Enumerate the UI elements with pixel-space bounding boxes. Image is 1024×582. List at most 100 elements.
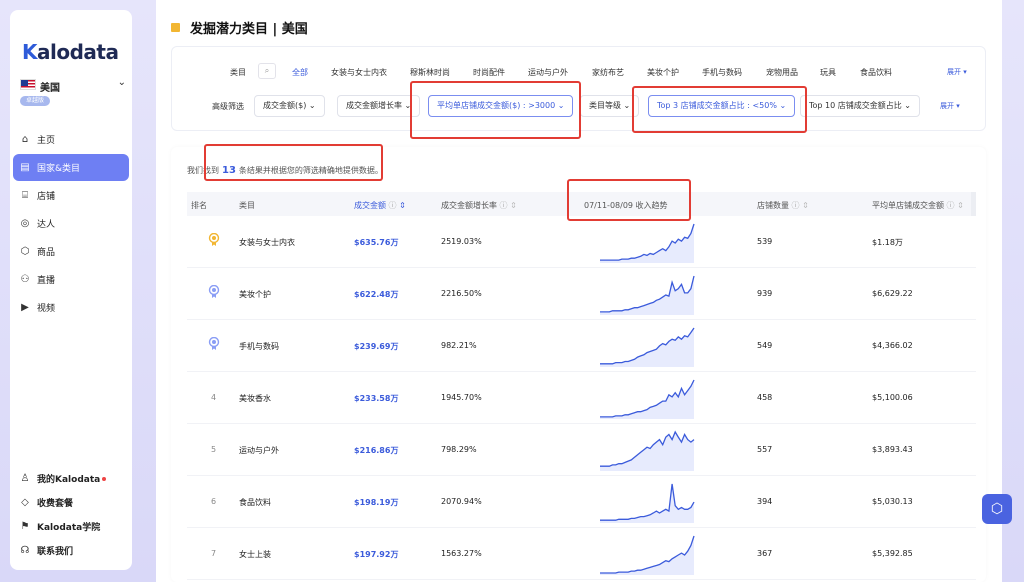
category-sports-outdoor[interactable]: 运动与户外 xyxy=(528,67,568,78)
nav-item-pricing[interactable]: ◇ 收费套餐 xyxy=(13,491,129,514)
info-icon: ⓘ xyxy=(946,201,955,210)
table-row[interactable]: 4 美妆香水 $233.58万 1945.70% 458 $5,100.06 xyxy=(187,372,976,424)
rank-number: 6 xyxy=(211,497,217,506)
top10-share-dropdown[interactable]: Top 10 店铺成交金额占比 ⌄ xyxy=(800,95,921,117)
gmv-value: $216.86万 xyxy=(354,446,399,455)
horizontal-scroll-indicator[interactable] xyxy=(971,192,976,216)
header-rank: 排名 xyxy=(191,201,207,210)
revenue-trend-sparkline xyxy=(600,483,695,523)
nav-item-live[interactable]: ⚇ 直播 xyxy=(13,266,129,293)
chevron-down-icon: ⌄ xyxy=(117,77,126,88)
gmv-growth-value: 982.21% xyxy=(441,341,477,350)
region-name: 美国 xyxy=(40,83,60,94)
rank-number: 7 xyxy=(211,549,217,558)
main-panel: 发掘潜力类目 | 美国 类目 ⌕ 全部 女装与女士内衣 穆斯林时尚 时尚配件 运… xyxy=(156,0,1002,582)
revenue-trend-sparkline xyxy=(600,327,695,367)
info-icon: ⓘ xyxy=(388,201,397,210)
category-pet-supplies[interactable]: 宠物用品 xyxy=(766,67,798,78)
sort-icon: ⇕ xyxy=(957,201,964,210)
category-name[interactable]: 运动与户外 xyxy=(239,445,279,456)
category-name[interactable]: 食品饮料 xyxy=(239,497,271,508)
avg-shop-gmv-value: $5,392.85 xyxy=(872,549,913,558)
category-level-dropdown[interactable]: 类目等级 ⌄ xyxy=(580,95,640,117)
category-name[interactable]: 手机与数码 xyxy=(239,341,279,352)
nav-item-my-kalodata[interactable]: ♙ 我的Kalodata xyxy=(13,467,129,490)
category-beauty[interactable]: 美妆个护 xyxy=(647,67,679,78)
sparkline-area xyxy=(600,484,694,523)
rank-number: 5 xyxy=(211,445,217,454)
kalodata-logo[interactable]: Kalodata xyxy=(22,40,119,64)
sparkline-area xyxy=(600,536,694,575)
category-all[interactable]: 全部 xyxy=(292,67,308,78)
sparkline-area xyxy=(600,328,694,367)
category-toys[interactable]: 玩具 xyxy=(820,67,836,78)
shop-count-value: 458 xyxy=(757,393,773,402)
sort-icon: ⇕ xyxy=(510,201,517,210)
nav-item-shop[interactable]: ⌸ 店铺 xyxy=(13,182,129,209)
category-name[interactable]: 女装与女士内衣 xyxy=(239,237,295,248)
gmv-value: $233.58万 xyxy=(354,394,399,403)
expand-categories-button[interactable]: 展开 ▾ xyxy=(947,67,967,77)
header-category: 类目 xyxy=(239,201,255,210)
user-icon: ♙ xyxy=(20,473,30,484)
nav-item-contact[interactable]: ☊ 联系我们 xyxy=(13,539,129,562)
table-body: 女装与女士内衣 $635.76万 2519.03% 539 $1.18万 美妆个… xyxy=(187,216,976,580)
title-marker-icon xyxy=(171,23,180,32)
nav-item-product[interactable]: ⬡ 商品 xyxy=(13,238,129,265)
nav-item-video[interactable]: ▶ 视频 xyxy=(13,294,129,321)
gmv-dropdown[interactable]: 成交金额($) ⌄ xyxy=(254,95,325,117)
notification-dot xyxy=(102,476,107,481)
nav-item-creator[interactable]: ◎ 达人 xyxy=(13,210,129,237)
gmv-growth-value: 1945.70% xyxy=(441,393,482,402)
shop-icon: ⌸ xyxy=(22,190,28,201)
home-icon: ⌂ xyxy=(21,134,29,145)
revenue-trend-sparkline xyxy=(600,430,695,471)
search-icon[interactable]: ⌕ xyxy=(258,63,276,79)
table-row[interactable]: 6 食品饮料 $198.19万 2070.94% 394 $5,030.13 xyxy=(187,476,976,528)
gmv-growth-dropdown[interactable]: 成交金额增长率 ⌄ xyxy=(337,95,421,117)
header-gmv-growth[interactable]: 成交金额增长率 ⓘ ⇕ xyxy=(441,200,517,211)
sidebar: Kalodata 美国 ⌄ 卓越版 ⌂ 主页 ▤ 国家&类目 ⌸ 店铺 ◎ 达人 ⬡ 商品… xyxy=(10,10,132,570)
gmv-growth-value: 2070.94% xyxy=(441,497,482,506)
shop-count-value: 557 xyxy=(757,445,773,454)
gmv-value: $197.92万 xyxy=(354,550,399,559)
table-row[interactable]: 7 女士上装 $197.92万 1563.27% 367 $5,392.85 xyxy=(187,528,976,580)
highlight-top3-share-filter xyxy=(632,86,807,133)
shop-count-value: 549 xyxy=(757,341,773,350)
category-muslim-fashion[interactable]: 穆斯林时尚 xyxy=(410,67,450,78)
sort-icon: ⇕ xyxy=(399,201,406,210)
cube-icon: ⬡ xyxy=(990,501,1004,517)
category-name[interactable]: 女士上装 xyxy=(239,549,271,560)
category-food-beverage[interactable]: 食品饮料 xyxy=(860,67,892,78)
product-icon: ⬡ xyxy=(20,246,30,257)
header-gmv[interactable]: 成交金额 ⓘ ⇕ xyxy=(354,200,406,211)
rank-number: 4 xyxy=(211,393,217,402)
category-table: 排名 类目 成交金额 ⓘ ⇕ 成交金额增长率 ⓘ ⇕ 07/11-08/09 收… xyxy=(187,192,976,580)
category-womens-wear[interactable]: 女装与女士内衣 xyxy=(331,67,387,78)
us-flag-icon xyxy=(20,79,36,90)
category-home-textiles[interactable]: 家纺布艺 xyxy=(592,67,624,78)
category-name[interactable]: 美妆香水 xyxy=(239,393,271,404)
page-title: 发掘潜力类目 | 美国 xyxy=(171,18,308,37)
category-phones-electronics[interactable]: 手机与数码 xyxy=(702,67,742,78)
table-row[interactable]: 手机与数码 $239.69万 982.21% 549 $4,366.02 xyxy=(187,320,976,372)
table-row[interactable]: 5 运动与户外 $216.86万 798.29% 557 $3,893.43 xyxy=(187,424,976,476)
gmv-growth-value: 2216.50% xyxy=(441,289,482,298)
nav-item-home[interactable]: ⌂ 主页 xyxy=(13,126,129,153)
rank-medal-icon xyxy=(208,337,220,350)
sparkline-area xyxy=(600,276,694,315)
header-shop-count[interactable]: 店铺数量 ⓘ ⇕ xyxy=(757,200,809,211)
header-avg-shop-gmv[interactable]: 平均单店铺成交金额 ⓘ ⇕ xyxy=(872,200,964,211)
expand-advanced-button[interactable]: 展开 ▾ xyxy=(940,101,960,111)
nav-item-academy[interactable]: ⚑ Kalodata学院 xyxy=(13,515,129,538)
table-row[interactable]: 女装与女士内衣 $635.76万 2519.03% 539 $1.18万 xyxy=(187,216,976,268)
category-label: 类目 xyxy=(230,68,246,77)
category-fashion-accessories[interactable]: 时尚配件 xyxy=(473,67,505,78)
table-row[interactable]: 美妆个护 $622.48万 2216.50% 939 $6,629.22 xyxy=(187,268,976,320)
region-selector[interactable]: 美国 ⌄ 卓越版 xyxy=(18,77,126,109)
highlight-revenue-trend-column xyxy=(567,179,691,221)
nav-item-country-category[interactable]: ▤ 国家&类目 xyxy=(13,154,129,181)
avg-shop-gmv-value: $3,893.43 xyxy=(872,445,913,454)
cube-assistant-button[interactable]: ⬡ xyxy=(982,494,1012,524)
category-name[interactable]: 美妆个护 xyxy=(239,289,271,300)
